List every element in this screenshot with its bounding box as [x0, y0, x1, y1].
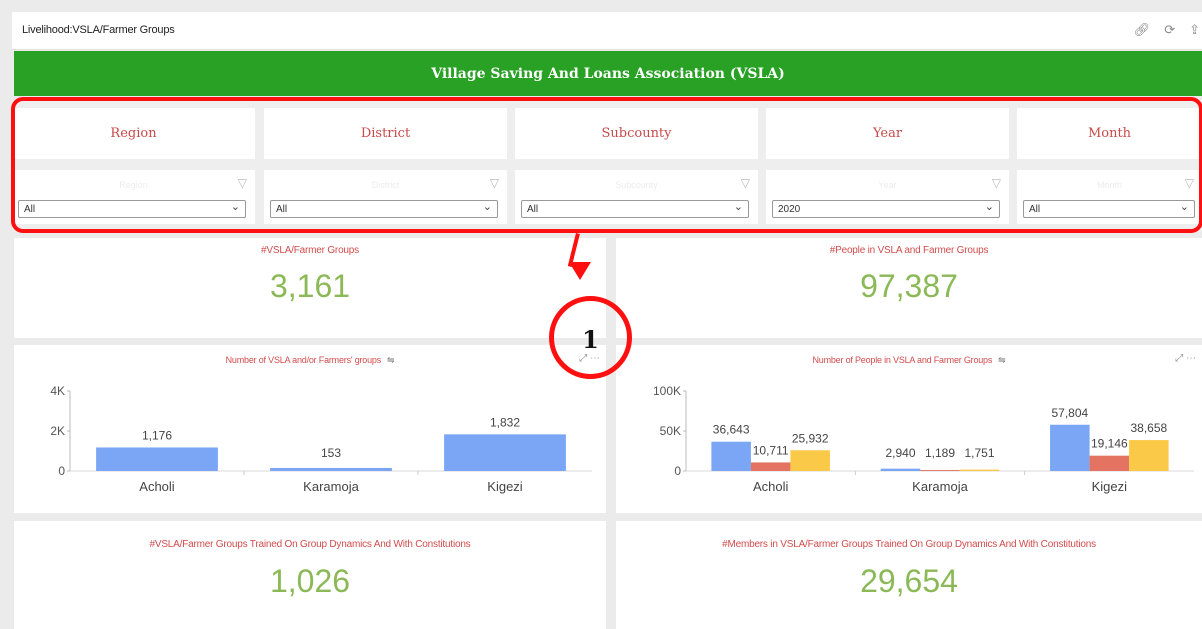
- refresh-icon[interactable]: ⟳: [1164, 22, 1175, 38]
- window-title: Livelihood:VSLA/Farmer Groups: [22, 24, 175, 36]
- bar: [270, 467, 392, 471]
- share-icon[interactable]: ⇪: [1189, 22, 1200, 38]
- dashboard-banner: Village Saving And Loans Association (VS…: [14, 51, 1202, 96]
- kpi-title: #Members in VSLA/Farmer Groups Trained O…: [722, 539, 1096, 550]
- window-titlebar: Livelihood:VSLA/Farmer Groups 🔗︎ ⟳ ⇪: [12, 12, 1202, 50]
- chart-card-groups: Number of VSLA and/or Farmers' groups ⇋ ⤢…: [14, 345, 606, 513]
- bar: [1129, 440, 1169, 471]
- x-tick-label: Acholi: [753, 479, 789, 494]
- data-label: 38,658: [1130, 421, 1167, 435]
- bar: [959, 469, 1000, 471]
- kpi-value: 97,387: [860, 268, 958, 304]
- kpi-value: 1,026: [269, 563, 351, 599]
- x-tick-label: Acholi: [139, 479, 175, 494]
- bar: [711, 441, 751, 471]
- bar: [1089, 455, 1130, 471]
- data-label: 10,711: [753, 443, 789, 457]
- people-bar-chart: 0 50K 100K Acholi 36,64310,71125,932 Karamoja…: [653, 384, 1194, 494]
- window-tools: 🔗︎ ⟳ ⇪: [1134, 22, 1200, 38]
- y-tick-label: 2K: [50, 424, 65, 438]
- x-tick-label: Kigezi: [487, 479, 523, 494]
- kpi-value: 3,161: [269, 268, 351, 304]
- kpi-card-trained-groups: #VSLA/Farmer Groups Trained On Group Dyn…: [14, 521, 606, 629]
- x-tick-label: Karamoja: [912, 479, 968, 494]
- chart-card-people: Number of People in VSLA and Farmer Grou…: [616, 345, 1202, 513]
- y-tick-label: 0: [58, 464, 65, 478]
- x-tick-label: Karamoja: [303, 479, 359, 494]
- link-icon[interactable]: 🔗︎: [1134, 22, 1151, 38]
- bar: [880, 468, 921, 471]
- data-label: 153: [321, 446, 341, 460]
- y-tick-label: 50K: [660, 424, 681, 438]
- dashboard: Livelihood:VSLA/Farmer Groups 🔗︎ ⟳ ⇪ Vil…: [0, 0, 1202, 629]
- bar: [444, 434, 566, 471]
- data-label: 57,804: [1051, 406, 1088, 420]
- data-label: 19,146: [1091, 437, 1128, 451]
- bar: [1050, 424, 1090, 471]
- kpi-title: #VSLA/Farmer Groups: [261, 245, 359, 256]
- data-label: 36,643: [713, 423, 750, 437]
- annotation-highlight-box: [11, 97, 1202, 233]
- bar: [790, 450, 830, 471]
- kpi-value: 29,654: [860, 563, 958, 599]
- annotation-number: 1: [582, 325, 599, 354]
- annotation-circle: 1: [549, 296, 632, 379]
- kpi-card-people: #People in VSLA and Farmer Groups 97,387: [616, 238, 1202, 338]
- bar: [96, 447, 218, 471]
- data-label: 2,940: [885, 446, 915, 460]
- kpi-title: #VSLA/Farmer Groups Trained On Group Dyn…: [149, 539, 471, 550]
- data-label: 1,751: [964, 446, 994, 460]
- x-tick-label: Kigezi: [1092, 479, 1128, 494]
- data-label: 1,176: [142, 428, 172, 442]
- y-tick-label: 100K: [653, 384, 681, 398]
- data-label: 25,932: [792, 431, 829, 445]
- data-label: 1,832: [490, 415, 520, 429]
- bar: [750, 462, 791, 471]
- data-label: 1,189: [925, 446, 955, 460]
- y-tick-label: 0: [674, 464, 681, 478]
- groups-bar-chart: 0 2K 4K Acholi 1,176 Karamoja 153 Kigezi 1,832: [50, 384, 592, 494]
- kpi-card-trained-members: #Members in VSLA/Farmer Groups Trained O…: [616, 521, 1202, 629]
- kpi-title: #People in VSLA and Farmer Groups: [829, 245, 989, 256]
- annotation-arrowhead: [569, 262, 591, 280]
- kpi-card-vsla-groups: #VSLA/Farmer Groups 3,161: [14, 238, 606, 338]
- bar: [920, 470, 960, 471]
- y-tick-label: 4K: [50, 384, 65, 398]
